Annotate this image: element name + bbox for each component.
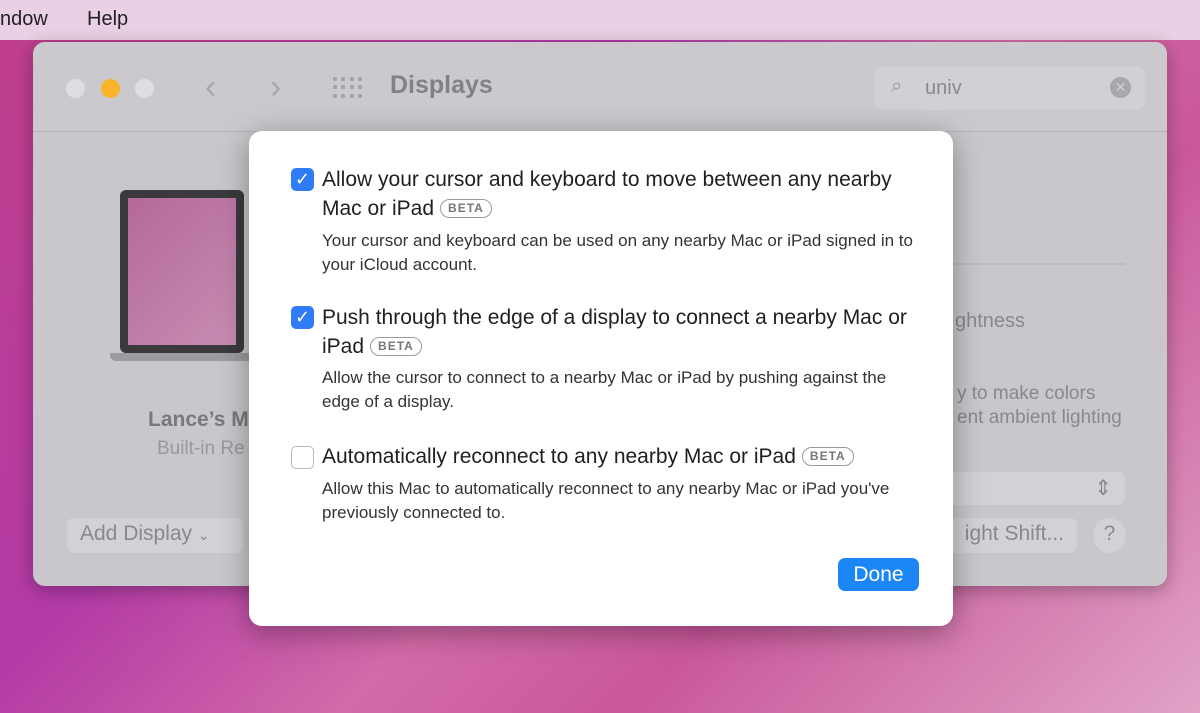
checkbox-push-through-edge[interactable]: ✓ [291, 306, 314, 329]
minimize-button[interactable] [101, 79, 120, 98]
back-chevron-icon[interactable]: ‹ [205, 68, 216, 107]
menu-help[interactable]: Help [87, 8, 128, 31]
beta-badge: BETA [801, 447, 854, 466]
brightness-label: ghtness [955, 310, 1026, 332]
add-display-label: Add Display [80, 522, 193, 545]
done-button[interactable]: Done [838, 558, 919, 591]
preset-select[interactable]: ⇕ [933, 472, 1125, 505]
menu-bar: ndow Help [0, 0, 1200, 40]
search-input[interactable]: univ [925, 77, 962, 100]
toolbar: ‹ › Displays ⌕ univ ✕ [33, 42, 1167, 132]
option-text: Automatically reconnect to any nearby Ma… [322, 445, 796, 468]
display-name: Lance’s M [148, 408, 249, 431]
add-display-button[interactable]: Add Display ⌄ [67, 518, 243, 553]
clear-search-icon[interactable]: ✕ [1110, 77, 1131, 98]
close-button[interactable] [66, 79, 85, 98]
forward-chevron-icon[interactable]: › [270, 68, 281, 107]
truetone-desc-1: y to make colors [957, 383, 1096, 404]
search-icon: ⌕ [891, 75, 903, 97]
divider [933, 263, 1125, 265]
universal-control-dialog: ✓ Allow your cursor and keyboard to move… [249, 131, 953, 626]
chevron-down-icon: ⌄ [197, 527, 210, 543]
option-text: Allow your cursor and keyboard to move b… [322, 168, 892, 220]
display-type: Built-in Re [157, 438, 245, 459]
menu-window[interactable]: ndow [0, 8, 48, 31]
beta-badge: BETA [370, 337, 422, 356]
option-label: Push through the edge of a display to co… [322, 303, 922, 361]
option-description: Allow this Mac to automatically reconnec… [322, 479, 890, 522]
window-title: Displays [390, 71, 493, 99]
show-all-grid-icon[interactable] [333, 77, 363, 99]
night-shift-button[interactable]: ight Shift... [933, 518, 1077, 553]
option-description: Allow the cursor to connect to a nearby … [322, 368, 887, 411]
truetone-desc-2: ent ambient lighting [957, 407, 1122, 428]
checkbox-cursor-keyboard[interactable]: ✓ [291, 168, 314, 191]
checkbox-auto-reconnect[interactable] [291, 446, 314, 469]
option-description: Your cursor and keyboard can be used on … [322, 231, 913, 274]
macbook-display-image [110, 190, 255, 361]
up-down-chevron-icon: ⇕ [1094, 477, 1112, 500]
beta-badge: BETA [440, 199, 492, 218]
help-button[interactable]: ? [1093, 518, 1126, 553]
option-label: Automatically reconnect to any nearby Ma… [322, 442, 922, 471]
zoom-button[interactable] [135, 79, 154, 98]
option-label: Allow your cursor and keyboard to move b… [322, 165, 922, 223]
search-field[interactable]: ⌕ univ ✕ [875, 66, 1145, 110]
